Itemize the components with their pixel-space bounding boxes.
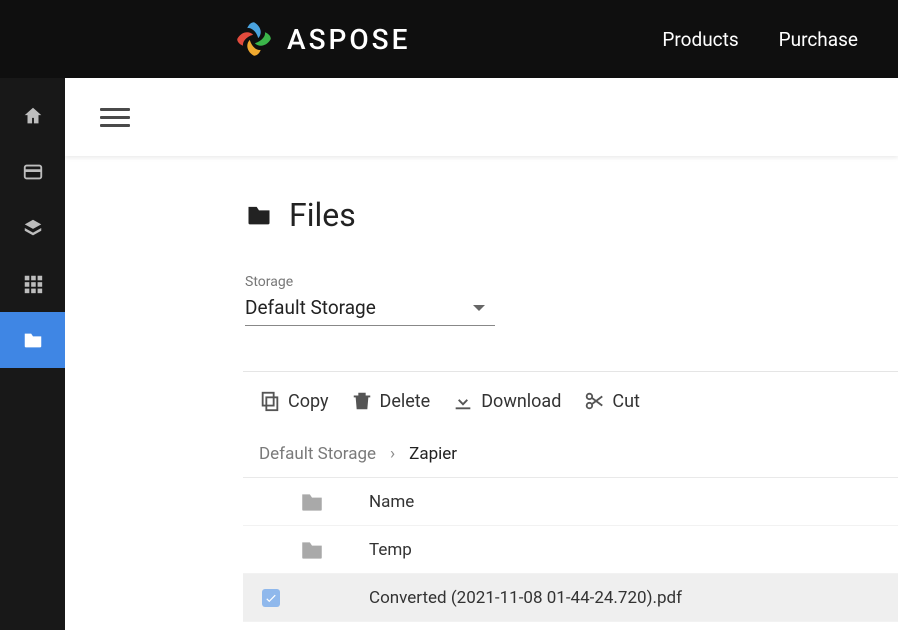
trash-icon [351,390,373,412]
layers-icon [22,217,44,239]
brand-name: ASPOSE [287,23,410,56]
row-name: Converted (2021-11-08 01-44-24.720).pdf [369,588,898,608]
table-header-row: Name [243,478,898,526]
top-nav: Products Purchase [662,28,858,51]
cut-label: Cut [612,391,640,412]
breadcrumb-current: Zapier [409,444,457,464]
nav-purchase[interactable]: Purchase [779,28,858,51]
file-toolbar: Copy Delete Download Cut [243,372,898,430]
main: Files Storage Default Storage Copy Delet… [65,78,898,630]
sub-header [65,78,898,156]
sidebar-item-layers[interactable] [0,200,65,256]
storage-label: Storage [245,274,898,290]
file-panel: Copy Delete Download Cut Default Storage… [243,371,898,622]
delete-button[interactable]: Delete [351,390,431,412]
table-row[interactable]: Converted (2021-11-08 01-44-24.720).pdf [243,574,898,622]
folder-icon [22,329,44,351]
copy-icon [259,390,281,412]
download-icon [452,390,474,412]
page-title: Files [65,196,898,234]
top-bar: ASPOSE Products Purchase [0,0,898,78]
folder-icon [245,201,273,229]
delete-label: Delete [380,391,431,412]
grid-icon [22,273,44,295]
scissors-icon [583,390,605,412]
page-title-text: Files [289,196,356,234]
brand-logo-icon [233,18,275,60]
copy-button[interactable]: Copy [259,390,329,412]
menu-button[interactable] [100,102,130,132]
table-row[interactable]: Temp [243,526,898,574]
check-icon [264,591,278,605]
sidebar [0,78,65,630]
page: Files Storage Default Storage Copy Delet… [65,156,898,630]
sidebar-item-home[interactable] [0,88,65,144]
folder-icon [299,537,325,563]
sidebar-item-apps[interactable] [0,256,65,312]
sidebar-item-billing[interactable] [0,144,65,200]
storage-value: Default Storage [245,296,376,319]
home-icon [22,105,44,127]
storage-select-block: Storage Default Storage [65,274,898,326]
sidebar-item-files[interactable] [0,312,65,368]
breadcrumb: Default Storage › Zapier [243,430,898,478]
storage-select[interactable]: Default Storage [245,292,495,326]
copy-label: Copy [288,391,329,412]
file-table: Name Temp [243,478,898,622]
download-button[interactable]: Download [452,390,561,412]
breadcrumb-root[interactable]: Default Storage [259,444,376,464]
column-name: Name [369,492,898,512]
folder-icon [299,489,325,515]
cut-button[interactable]: Cut [583,390,640,412]
chevron-right-icon: › [390,444,395,464]
chevron-down-icon [473,305,485,311]
download-label: Download [481,391,561,412]
row-name: Temp [369,540,898,560]
row-checkbox[interactable] [262,541,280,559]
row-checkbox[interactable] [262,589,280,607]
brand[interactable]: ASPOSE [233,18,410,60]
nav-products[interactable]: Products [662,28,738,51]
card-icon [22,161,44,183]
